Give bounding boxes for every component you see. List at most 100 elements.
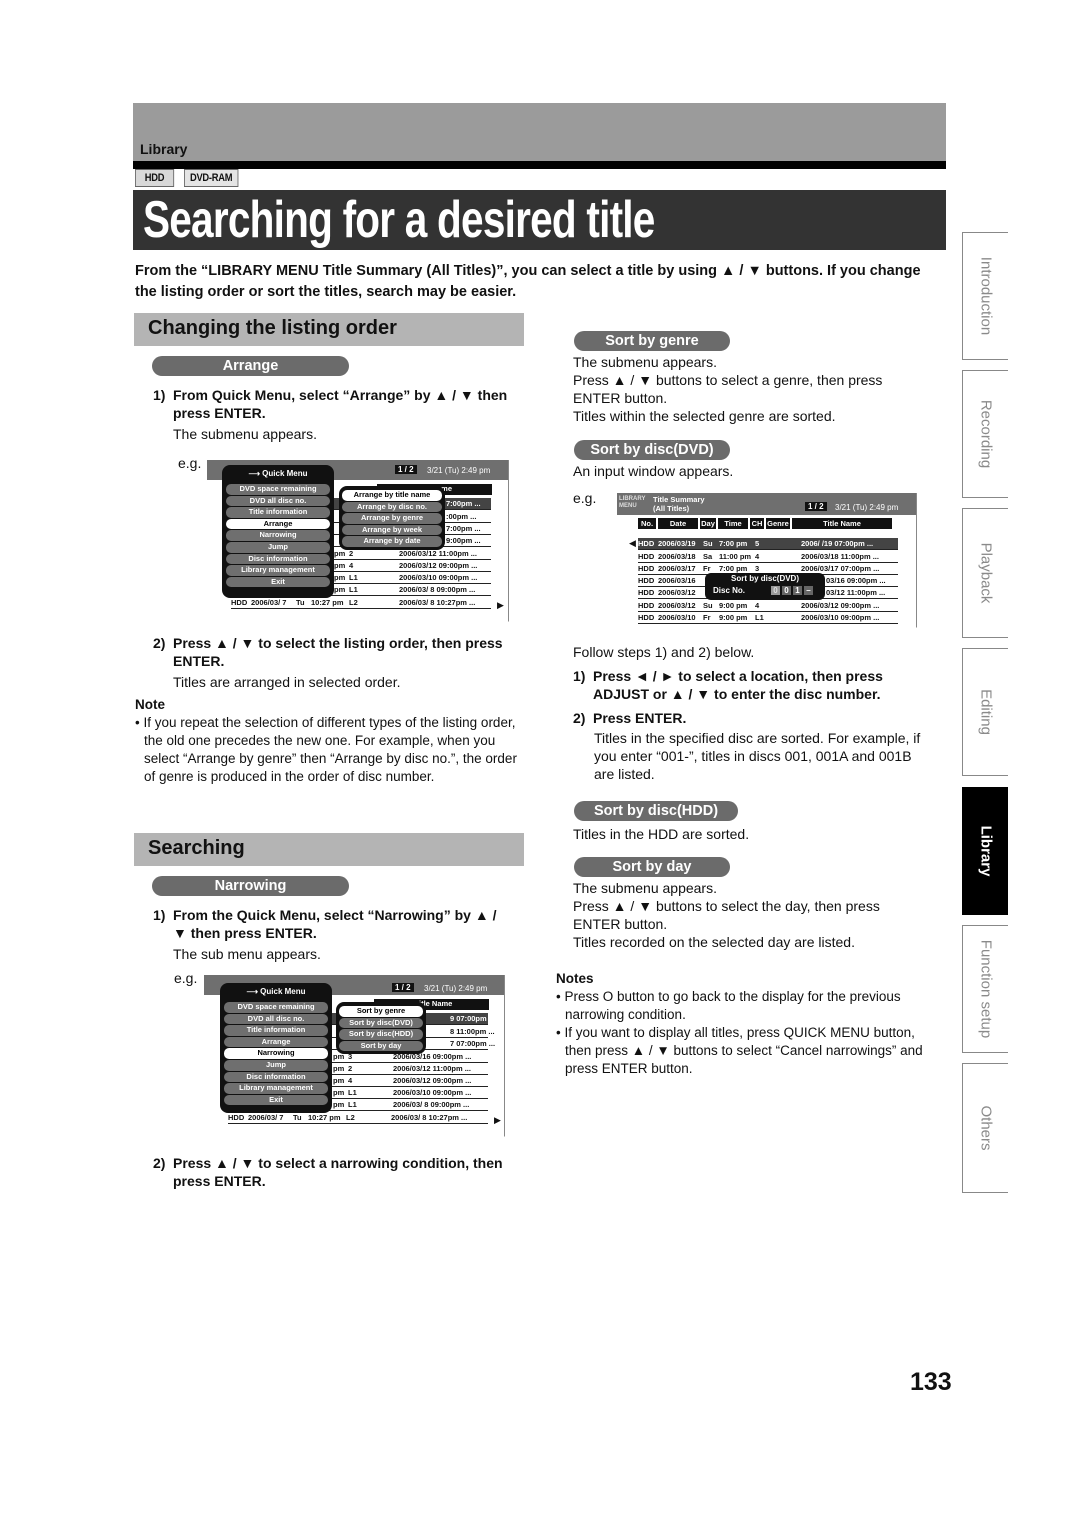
qm-item[interactable]: Library management bbox=[226, 565, 330, 576]
follow-steps-text: Follow steps 1) and 2) below. bbox=[573, 644, 755, 660]
submenu-item[interactable]: Sort by disc(DVD) bbox=[339, 1017, 423, 1029]
pill-narrowing: Narrowing bbox=[152, 876, 349, 896]
digit[interactable]: 0 bbox=[771, 586, 780, 595]
submenu-item-selected[interactable]: Arrange by title name bbox=[342, 490, 442, 501]
library-menu-logo: LIBRARY MENU bbox=[619, 496, 646, 509]
qm-item[interactable]: Title information bbox=[224, 1025, 328, 1036]
qm-item[interactable]: Arrange bbox=[224, 1036, 328, 1048]
narrowing-submenu: Sort by genre Sort by disc(DVD) Sort by … bbox=[336, 1002, 426, 1055]
pill-sort-by-genre: Sort by genre bbox=[574, 331, 730, 351]
page-indicator: 1 / 2 bbox=[392, 983, 414, 992]
chapter-header-band: Library bbox=[133, 103, 946, 161]
section-heading: Changing the listing order bbox=[148, 317, 397, 339]
qm-item[interactable]: Exit bbox=[226, 576, 330, 588]
dvd-step-2-body: Titles in the specified disc are sorted.… bbox=[594, 730, 921, 782]
qm-item[interactable]: DVD all disc no. bbox=[226, 495, 330, 507]
qm-item[interactable]: Jump bbox=[224, 1059, 328, 1071]
page-indicator: 1 / 2 bbox=[395, 465, 417, 474]
sort-genre-text: The submenu appears. Press ▲ / ▼ buttons… bbox=[573, 354, 883, 424]
quick-menu: ⟶ Quick Menu DVD space remaining DVD all… bbox=[220, 983, 332, 1113]
row-name: :00pm ... bbox=[446, 512, 477, 521]
qm-item[interactable]: DVD all disc no. bbox=[224, 1013, 328, 1025]
side-tab-introduction[interactable]: Introduction bbox=[962, 232, 1008, 360]
header-rule bbox=[133, 161, 946, 169]
note-item: • If you want to display all titles, pre… bbox=[556, 1025, 923, 1076]
notes-title: Notes bbox=[556, 971, 594, 986]
datetime: 3/21 (Tu) 2:49 pm bbox=[427, 466, 491, 475]
col-title-name: Title Name bbox=[792, 518, 892, 529]
pill-sort-by-disc-dvd: Sort by disc(DVD) bbox=[574, 440, 730, 460]
qm-item[interactable]: Title information bbox=[226, 507, 330, 518]
side-tab-editing[interactable]: Editing bbox=[962, 648, 1008, 776]
side-tab-function-setup[interactable]: Function setup bbox=[962, 925, 1008, 1053]
submenu-item[interactable]: Sort by day bbox=[339, 1040, 423, 1052]
popup-label: Disc No. bbox=[713, 586, 746, 595]
section-changing-order: Changing the listing order bbox=[134, 313, 524, 346]
qm-item[interactable]: Disc information bbox=[224, 1071, 328, 1083]
side-tab-others[interactable]: Others bbox=[962, 1063, 1008, 1193]
screenshot-sort-dvd: LIBRARY MENU Title Summary (All Titles) … bbox=[617, 493, 917, 628]
row-name: 7:00pm ... bbox=[446, 499, 481, 508]
qm-item[interactable]: DVD space remaining bbox=[226, 484, 330, 495]
submenu-item[interactable]: Arrange by week bbox=[342, 524, 442, 536]
page-title: Searching for a desired title bbox=[143, 191, 655, 249]
col-day: Day bbox=[700, 518, 716, 529]
all-titles-label: (All Titles) bbox=[653, 504, 690, 513]
quick-menu: ⟶ Quick Menu DVD space remaining DVD all… bbox=[222, 465, 334, 598]
page-indicator: 1 / 2 bbox=[805, 502, 827, 511]
arrange-step-1-body: The submenu appears. bbox=[173, 426, 317, 442]
arrange-step-1: 1) From Quick Menu, select “Arrange” by … bbox=[153, 387, 508, 421]
side-tab-playback[interactable]: Playback bbox=[962, 508, 1008, 638]
side-tab-recording[interactable]: Recording bbox=[962, 370, 1008, 498]
submenu-item[interactable]: Arrange by disc no. bbox=[342, 501, 442, 513]
dvd-step-2: 2) Press ENTER. bbox=[573, 710, 687, 726]
disc-no-input[interactable]: 0 0 1 – bbox=[771, 586, 813, 595]
eg-label: e.g. bbox=[573, 490, 597, 506]
arrange-step-2-body: Titles are arranged in selected order. bbox=[173, 674, 401, 690]
arrange-submenu: Arrange by title name Arrange by disc no… bbox=[339, 486, 445, 550]
datetime: 3/21 (Tu) 2:49 pm bbox=[835, 503, 899, 512]
table-row-selected[interactable]: HDD 2006/03/19 Su 7:00 pm 5 2006/ /19 07:00pm… bbox=[638, 538, 898, 550]
section-searching: Searching bbox=[134, 833, 524, 866]
table-row[interactable]: HDD 2006/03/18 Sa 11:00 pm 4 2006/03/18 11:00… bbox=[638, 551, 898, 563]
submenu-item[interactable]: Arrange by date bbox=[342, 536, 442, 547]
qm-item[interactable]: Jump bbox=[226, 541, 330, 553]
page-right-icon[interactable]: ▶ bbox=[494, 1115, 501, 1126]
table-row[interactable]: HDD 2006/03/ 7 Tu 10:27 pm L2 2006/03/ 8 10:2… bbox=[228, 1112, 488, 1124]
eg-label: e.g. bbox=[174, 970, 198, 986]
screenshot-narrowing: 1 / 2 3/21 (Tu) 2:49 pm itle Name 9 07:0… bbox=[204, 975, 505, 1137]
quick-menu-title: ⟶ Quick Menu bbox=[248, 469, 308, 478]
submenu-item[interactable]: Sort by disc(HDD) bbox=[339, 1029, 423, 1040]
table-row[interactable]: HDD 2006/03/ 7 Tu 10:27 pm L2 2006/03/ 8 10:2… bbox=[231, 597, 491, 609]
qm-item[interactable]: Narrowing bbox=[226, 530, 330, 541]
submenu-item-selected[interactable]: Sort by genre bbox=[339, 1006, 423, 1017]
qm-item[interactable]: Library management bbox=[224, 1083, 328, 1094]
arrange-step-2: 2) Press ▲ / ▼ to select the listing ord… bbox=[153, 635, 503, 669]
pill-sort-by-disc-hdd: Sort by disc(HDD) bbox=[574, 801, 738, 821]
sort-dvd-text: An input window appears. bbox=[573, 463, 734, 479]
table-row[interactable]: HDD 2006/03/12 Su 9:00 pm 4 2006/03/12 09:00p… bbox=[638, 600, 898, 612]
quick-menu-title: ⟶ Quick Menu bbox=[246, 987, 306, 996]
section-heading: Searching bbox=[148, 837, 245, 859]
qm-item[interactable]: DVD space remaining bbox=[224, 1002, 328, 1013]
qm-item[interactable]: Exit bbox=[224, 1094, 328, 1106]
note-item: • Press O button to go back to the displ… bbox=[556, 989, 901, 1022]
page-right-icon[interactable]: ▶ bbox=[497, 600, 504, 611]
qm-item-selected[interactable]: Arrange bbox=[226, 518, 330, 530]
table-row[interactable]: HDD 2006/03/10 Fr 9:00 pm L1 2006/03/10 09:00… bbox=[638, 612, 898, 624]
sort-day-text: The submenu appears. Press ▲ / ▼ buttons… bbox=[573, 880, 880, 950]
submenu-item[interactable]: Arrange by genre bbox=[342, 513, 442, 524]
narrow-step-1-body: The sub menu appears. bbox=[173, 946, 321, 962]
page-left-icon[interactable]: ◀ bbox=[629, 538, 636, 549]
digit[interactable]: 0 bbox=[782, 586, 791, 595]
qm-item[interactable]: Disc information bbox=[226, 553, 330, 565]
qm-item-selected[interactable]: Narrowing bbox=[224, 1048, 328, 1059]
badge-dvd-ram: DVD-RAM bbox=[184, 169, 239, 187]
eg-label: e.g. bbox=[178, 455, 202, 471]
table-header: No. Date Day Time CH Genre Title Name bbox=[638, 518, 892, 529]
side-tab-library[interactable]: Library bbox=[962, 787, 1008, 915]
screen-header: LIBRARY MENU Title Summary (All Titles) … bbox=[617, 493, 916, 515]
digit[interactable]: 1 bbox=[793, 586, 802, 595]
digit[interactable]: – bbox=[804, 586, 813, 595]
disc-no-popup: Sort by disc(DVD) Disc No. 0 0 1 – bbox=[705, 573, 825, 600]
